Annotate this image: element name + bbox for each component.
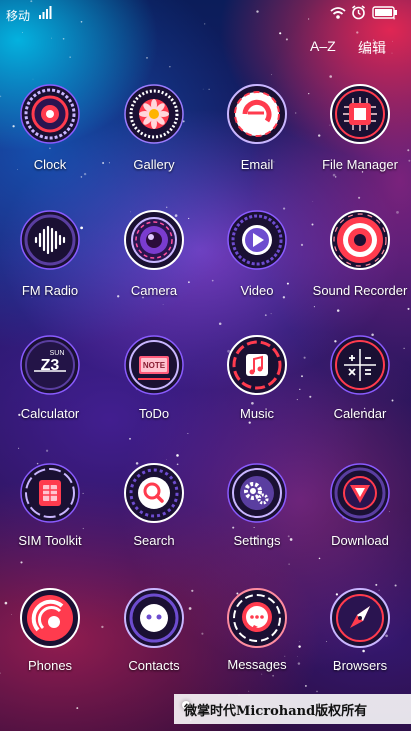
star [375, 583, 378, 586]
star [45, 449, 49, 452]
star [165, 458, 167, 460]
star [271, 74, 273, 76]
star [391, 52, 393, 54]
watermark-text: 微掌时代Microhand版权所有 [184, 704, 368, 719]
star [358, 196, 361, 199]
star [392, 40, 393, 42]
status-bar: 移动 [0, 0, 411, 28]
star [312, 200, 314, 202]
app-clock[interactable]: Clock [0, 84, 100, 194]
app-todo[interactable]: NOTE ToDo [104, 335, 204, 445]
signal-icon [38, 6, 52, 25]
edit-button[interactable]: 编辑 [358, 38, 386, 58]
star [329, 75, 333, 78]
watermark-banner: 微掌时代Microhand版权所有 [174, 694, 411, 724]
star [32, 78, 34, 80]
star [146, 57, 148, 59]
app-messages[interactable]: Messages [207, 588, 307, 698]
app-browsers[interactable]: Browsers [310, 588, 410, 698]
star [218, 322, 222, 326]
video-icon [227, 210, 287, 270]
todo-icon: NOTE [124, 335, 184, 395]
app-fm-radio[interactable]: FM Radio [0, 210, 100, 320]
phone-icon [20, 588, 80, 648]
star [51, 37, 52, 39]
sound-recorder-icon [330, 210, 390, 270]
star [62, 37, 65, 40]
music-icon [227, 335, 287, 395]
gallery-icon [124, 84, 184, 144]
star [285, 38, 288, 41]
app-settings[interactable]: Settings [207, 463, 307, 573]
sort-az-button[interactable]: A–Z [310, 38, 336, 54]
star [69, 56, 71, 58]
download-icon [330, 463, 390, 523]
app-label: Download [331, 533, 389, 548]
wifi-icon [330, 6, 346, 25]
carrier-label: 移动 [6, 9, 31, 23]
clock-icon [20, 84, 80, 144]
app-camera[interactable]: Camera [104, 210, 204, 320]
alarm-icon [351, 5, 366, 25]
app-contacts[interactable]: Contacts [104, 588, 204, 698]
app-video[interactable]: Video [207, 210, 307, 320]
search-icon [124, 463, 184, 523]
app-phones[interactable]: Phones [0, 588, 100, 698]
app-download[interactable]: Download [310, 463, 410, 573]
star [279, 32, 282, 35]
app-file-manager[interactable]: File Manager [310, 84, 410, 194]
star [18, 447, 20, 449]
star [394, 584, 397, 587]
sim-toolkit-icon [20, 463, 80, 523]
app-calculator[interactable]: SUN Z3 Calculator [0, 335, 100, 445]
app-label: File Manager [322, 157, 398, 172]
app-label: Sound Recorder [312, 283, 408, 298]
file-manager-icon [330, 84, 390, 144]
battery-icon [372, 6, 398, 24]
app-music[interactable]: Music [207, 335, 307, 445]
settings-icon [227, 463, 287, 523]
star [356, 31, 359, 34]
app-label: Browsers [332, 658, 388, 673]
browser-compass-icon [330, 588, 390, 648]
fm-radio-icon [20, 210, 80, 270]
calculator-display-text: Z3 [41, 357, 60, 374]
star [76, 707, 79, 710]
app-calendar[interactable]: Calendar [310, 335, 410, 445]
app-sound-recorder[interactable]: Sound Recorder [310, 210, 410, 320]
app-label: Calendar [333, 406, 387, 421]
app-gallery[interactable]: Gallery [104, 84, 204, 194]
messages-icon [227, 588, 287, 648]
email-icon [227, 84, 287, 144]
calculator-icon: SUN Z3 [20, 335, 80, 395]
star [176, 454, 179, 457]
app-sim-toolkit[interactable]: SIM Toolkit [0, 463, 100, 573]
calculator-sun-text: SUN [50, 350, 65, 357]
star [169, 66, 171, 68]
star [166, 206, 168, 208]
app-email[interactable]: Email [207, 84, 307, 194]
camera-icon [124, 210, 184, 270]
calendar-icon [330, 335, 390, 395]
app-search[interactable]: Search [104, 463, 204, 573]
contacts-icon [124, 588, 184, 648]
star [22, 32, 23, 33]
todo-note-text: NOTE [143, 361, 166, 370]
home-screen: 移动 A–Z 编辑 Clock Gallery Email File Manag… [0, 0, 411, 731]
